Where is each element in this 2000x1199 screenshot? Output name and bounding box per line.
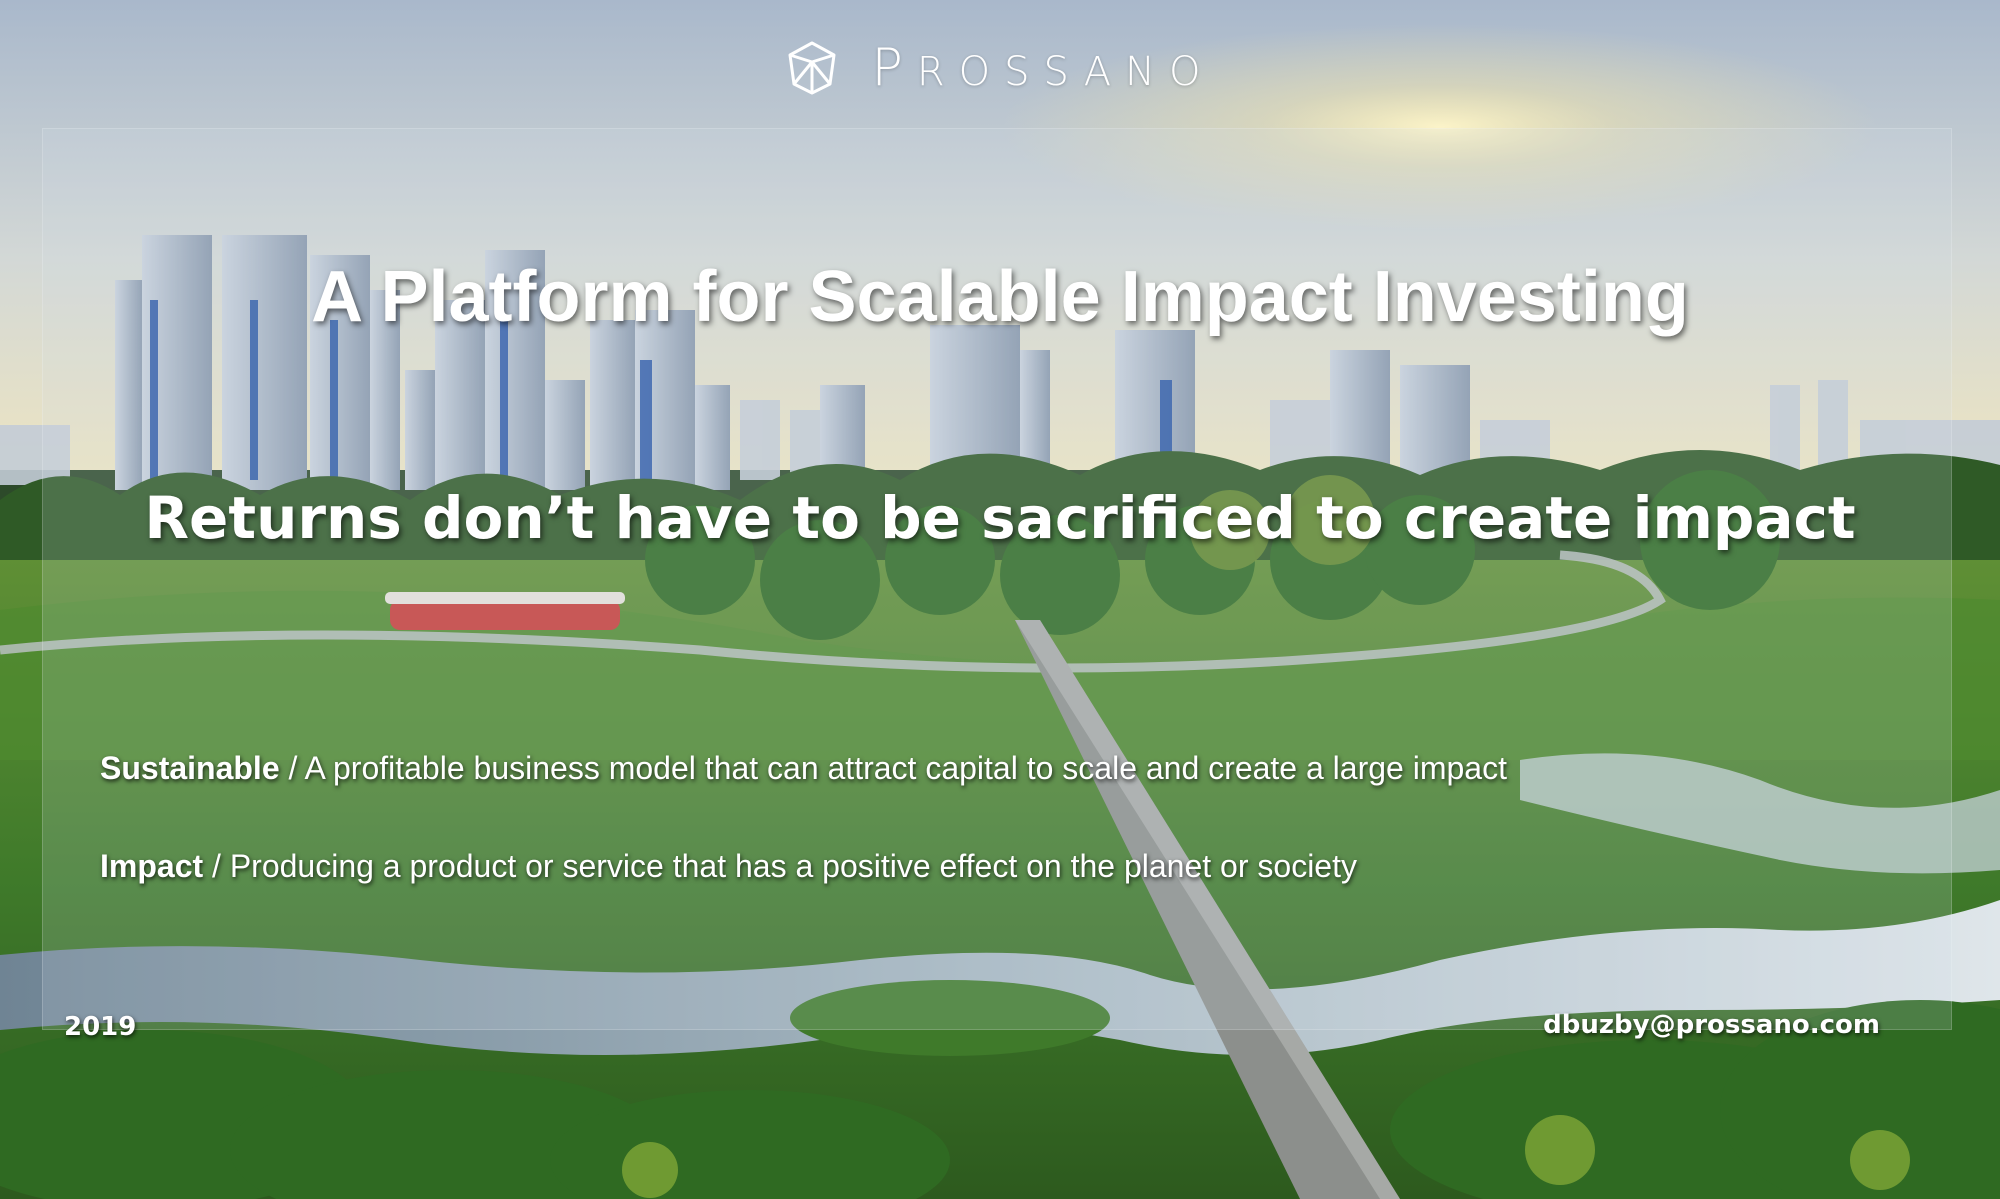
definition-term: Impact [100,848,204,884]
definition-text: Producing a product or service that has … [229,848,1357,884]
title-slide: PROSSANO A Platform for Scalable Impact … [0,0,2000,1199]
logo-wordmark: PROSSANO [872,38,1215,98]
definition-text: A profitable business model that can att… [304,750,1507,786]
definition-separator: / [279,750,305,786]
definition-separator: / [203,848,230,884]
slide-year: 2019 [64,1012,137,1042]
slide-title: A Platform for Scalable Impact Investing [311,257,1689,337]
definition-impact: Impact / Producing a product or service … [100,846,1960,886]
logo-rest-letters: ROSSANO [916,49,1215,95]
definition-sustainable: Sustainable / A profitable business mode… [100,748,1960,788]
logo-first-letter: P [871,38,917,98]
contact-email[interactable]: dbuzby@prossano.com [1543,1010,1880,1040]
prossano-logo: PROSSANO [0,38,2000,98]
definitions-list: Sustainable / A profitable business mode… [100,748,1960,886]
definition-term: Sustainable [100,750,280,786]
slide-subtitle: Returns don’t have to be sacrificed to c… [144,484,1856,552]
geometric-gem-icon [788,41,836,95]
